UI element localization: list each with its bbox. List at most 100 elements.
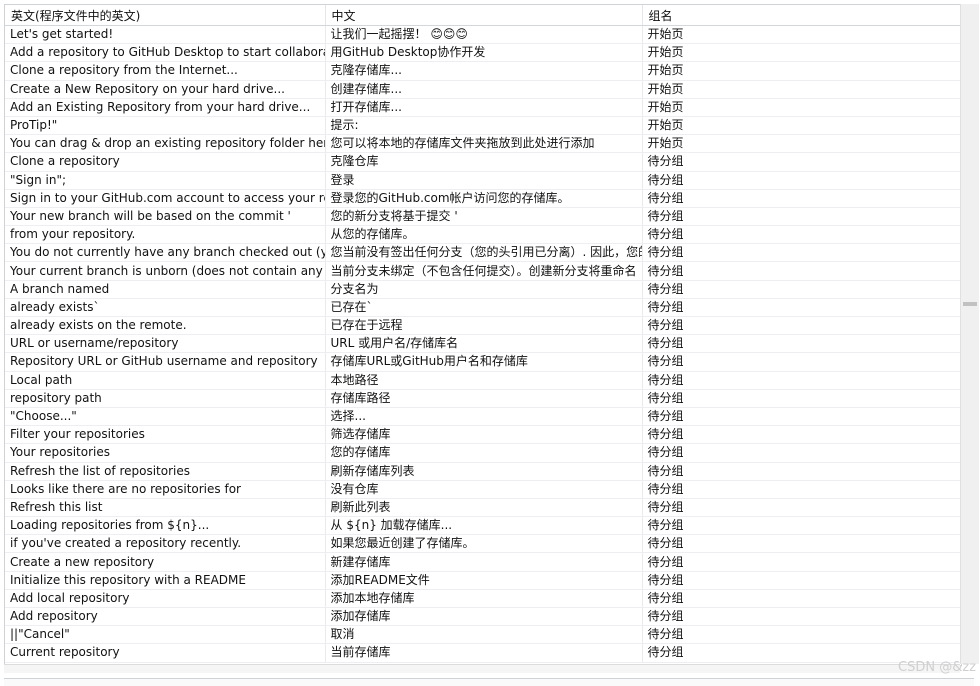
cell-chinese[interactable]: 添加本地存储库 (325, 589, 643, 609)
cell-group[interactable]: 待分组 (642, 171, 961, 190)
table-row[interactable]: Loading repositories from ${n}... 从 ${n} … (5, 516, 961, 536)
cell-group[interactable]: 开始页 (642, 116, 961, 136)
cell-group[interactable]: 待分组 (642, 371, 961, 390)
cell-chinese[interactable]: 打开存储库... (325, 98, 643, 117)
cell-chinese[interactable]: 创建存储库... (325, 80, 643, 99)
cell-chinese[interactable]: 分支名为 (325, 280, 643, 299)
cell-chinese[interactable]: 当前存储库 (325, 643, 643, 663)
table-row[interactable]: Add local repository 添加本地存储库 待分组 (5, 589, 961, 609)
cell-group[interactable]: 待分组 (642, 534, 961, 554)
cell-group[interactable]: 待分组 (642, 207, 961, 227)
table-row[interactable]: ProTip!" 提示: 开始页 (5, 116, 961, 136)
cell-english[interactable]: URL or username/repository (5, 334, 326, 354)
column-header-chinese[interactable]: 中文 (325, 5, 643, 26)
table-row[interactable]: Your current branch is unborn (does not … (5, 261, 961, 281)
cell-english[interactable]: Add a repository to GitHub Desktop to st… (5, 43, 326, 63)
table-row[interactable]: Refresh this list 刷新此列表 待分组 (5, 498, 961, 518)
cell-english[interactable]: You do not currently have any branch che… (5, 243, 326, 263)
cell-english[interactable]: Repository URL or GitHub username and re… (5, 352, 326, 372)
cell-chinese[interactable]: 如果您最近创建了存储库。 (325, 534, 643, 554)
table-row[interactable]: Clone a repository 克隆仓库 待分组 (5, 152, 961, 172)
cell-english[interactable]: Sign in to your GitHub.com account to ac… (5, 189, 326, 208)
table-row[interactable]: Let's get started! 让我们一起摇摆！ 😊😊😊 开始页 (5, 25, 961, 45)
cell-english[interactable]: if you've created a repository recently. (5, 534, 326, 554)
cell-group[interactable]: 待分组 (642, 571, 961, 590)
cell-chinese[interactable]: 刷新此列表 (325, 498, 643, 518)
cell-group[interactable]: 开始页 (642, 43, 961, 63)
cell-english[interactable]: Your repositories (5, 443, 326, 463)
cell-chinese[interactable]: 本地路径 (325, 371, 643, 390)
cell-group[interactable]: 待分组 (642, 189, 961, 208)
cell-chinese[interactable]: 存储库路径 (325, 389, 643, 408)
table-row[interactable]: repository path 存储库路径 待分组 (5, 389, 961, 408)
cell-group[interactable]: 待分组 (642, 298, 961, 318)
cell-english[interactable]: Your current branch is unborn (does not … (5, 261, 326, 281)
cell-chinese[interactable]: 当前分支未绑定（不包含任何提交）。创建新分支将重命名 (325, 261, 643, 281)
table-row[interactable]: A branch named 分支名为 待分组 (5, 280, 961, 299)
cell-group[interactable]: 待分组 (642, 552, 961, 572)
cell-group[interactable]: 开始页 (642, 98, 961, 117)
cell-chinese[interactable]: 取消 (325, 625, 643, 645)
cell-chinese[interactable]: 克隆存储库... (325, 61, 643, 81)
cell-english[interactable]: "Sign in"; (5, 171, 326, 190)
table-row[interactable]: Filter your repositories 筛选存储库 待分组 (5, 425, 961, 445)
cell-group[interactable]: 待分组 (642, 334, 961, 354)
cell-english[interactable]: from your repository. (5, 225, 326, 245)
cell-group[interactable]: 待分组 (642, 261, 961, 281)
cell-english[interactable]: Filter your repositories (5, 425, 326, 445)
cell-chinese[interactable]: 存储库URL或GitHub用户名和存储库 (325, 352, 643, 372)
cell-chinese[interactable]: 让我们一起摇摆！ 😊😊😊 (325, 25, 643, 45)
table-row[interactable]: Looks like there are no repositories for… (5, 480, 961, 499)
table-row[interactable]: Local path 本地路径 待分组 (5, 371, 961, 390)
cell-group[interactable]: 待分组 (642, 280, 961, 299)
table-row[interactable]: Current repository 当前存储库 待分组 (5, 643, 961, 663)
column-header-english[interactable]: 英文(程序文件中的英文) (5, 5, 326, 26)
cell-chinese[interactable]: 登录您的GitHub.com帐户访问您的存储库。 (325, 189, 643, 208)
table-row[interactable]: Your repositories 您的存储库 待分组 (5, 443, 961, 463)
cell-english[interactable]: Clone a repository from the Internet... (5, 61, 326, 81)
cell-english[interactable]: Current repository (5, 643, 326, 663)
cell-english[interactable]: Loading repositories from ${n}... (5, 516, 326, 536)
cell-chinese[interactable]: 从您的存储库。 (325, 225, 643, 245)
cell-group[interactable]: 待分组 (642, 407, 961, 427)
cell-english[interactable]: ||"Cancel" (5, 625, 326, 645)
cell-chinese[interactable]: 添加存储库 (325, 607, 643, 627)
cell-english[interactable]: ProTip!" (5, 116, 326, 136)
table-row[interactable]: already exists` 已存在` 待分组 (5, 298, 961, 318)
cell-chinese[interactable]: 添加README文件 (325, 571, 643, 590)
cell-english[interactable]: Add repository (5, 607, 326, 627)
cell-english[interactable]: Create a New Repository on your hard dri… (5, 80, 326, 99)
table-row[interactable]: already exists on the remote. 已存在于远程 待分组 (5, 316, 961, 336)
cell-chinese[interactable]: 选择... (325, 407, 643, 427)
cell-english[interactable]: Your new branch will be based on the com… (5, 207, 326, 227)
table-row[interactable]: if you've created a repository recently.… (5, 534, 961, 554)
cell-chinese[interactable]: 新建存储库 (325, 552, 643, 572)
column-header-group[interactable]: 组名 (642, 5, 961, 26)
cell-chinese[interactable]: 筛选存储库 (325, 425, 643, 445)
cell-chinese[interactable]: 您的存储库 (325, 443, 643, 463)
table-row[interactable]: from your repository. 从您的存储库。 待分组 (5, 225, 961, 245)
horizontal-scrollbar[interactable] (4, 664, 960, 673)
cell-english[interactable]: You can drag & drop an existing reposito… (5, 134, 326, 154)
table-row[interactable]: Initialize this repository with a README… (5, 571, 961, 590)
vertical-scrollbar[interactable] (960, 4, 979, 664)
cell-group[interactable]: 待分组 (642, 443, 961, 463)
cell-chinese[interactable]: 您的新分支将基于提交 ' (325, 207, 643, 227)
table-row[interactable]: Create a new repository 新建存储库 待分组 (5, 552, 961, 572)
table-row[interactable]: You do not currently have any branch che… (5, 243, 961, 263)
cell-group[interactable]: 待分组 (642, 389, 961, 408)
cell-group[interactable]: 待分组 (642, 152, 961, 172)
cell-english[interactable]: Add local repository (5, 589, 326, 609)
cell-english[interactable]: repository path (5, 389, 326, 408)
table-row[interactable]: Clone a repository from the Internet... 克… (5, 61, 961, 81)
table-row[interactable]: Add repository 添加存储库 待分组 (5, 607, 961, 627)
table-row[interactable]: Create a New Repository on your hard dri… (5, 80, 961, 99)
table-row[interactable]: You can drag & drop an existing reposito… (5, 134, 961, 154)
table-row[interactable]: Your new branch will be based on the com… (5, 207, 961, 227)
cell-group[interactable]: 待分组 (642, 462, 961, 481)
cell-english[interactable]: Refresh the list of repositories (5, 462, 326, 481)
table-row[interactable]: "Sign in"; 登录 待分组 (5, 171, 961, 190)
cell-english[interactable]: already exists` (5, 298, 326, 318)
cell-group[interactable]: 开始页 (642, 134, 961, 154)
cell-group[interactable]: 待分组 (642, 516, 961, 536)
